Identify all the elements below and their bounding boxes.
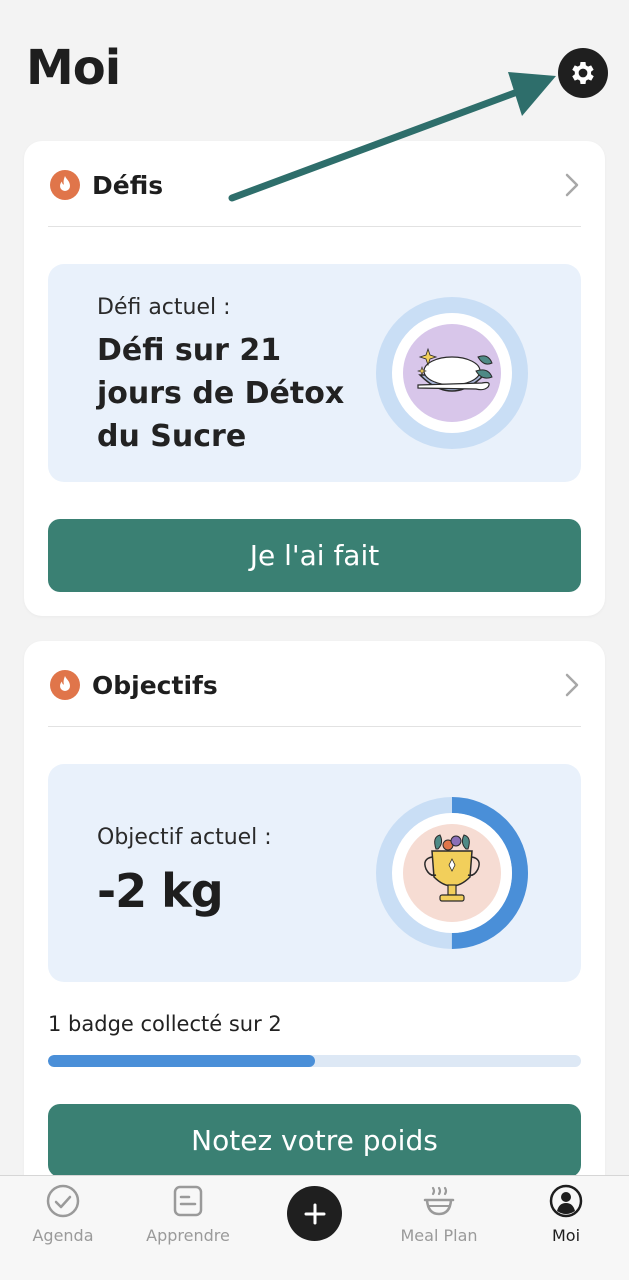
settings-button[interactable]: [558, 48, 608, 98]
divider: [48, 226, 581, 227]
checkmark-circle-icon: [46, 1184, 80, 1218]
badge-progress-fill: [48, 1055, 315, 1067]
divider: [48, 726, 581, 727]
document-icon: [173, 1185, 203, 1217]
current-challenge-name: Défi sur 21 jours de Détox du Sucre: [97, 333, 345, 454]
challenges-card: Défis Défi actuel : Défi sur 21 jours de…: [24, 141, 605, 616]
bottom-tab-bar: Agenda Apprendre Meal Plan Moi: [0, 1175, 629, 1280]
goals-title: Objectifs: [92, 670, 218, 700]
add-button[interactable]: [287, 1186, 342, 1241]
page-title: Moi: [26, 40, 121, 96]
tab-agenda-label: Agenda: [32, 1226, 94, 1245]
tab-apprendre-label: Apprendre: [146, 1226, 230, 1245]
tab-meal-plan[interactable]: Meal Plan: [384, 1184, 494, 1245]
flame-icon: [50, 670, 80, 700]
plus-icon: [304, 1203, 325, 1224]
challenges-header[interactable]: Défis: [50, 167, 579, 203]
log-weight-button[interactable]: Notez votre poids: [48, 1104, 581, 1177]
done-button[interactable]: Je l'ai fait: [48, 519, 581, 592]
chevron-right-icon[interactable]: [565, 173, 579, 197]
current-goal-panel[interactable]: Objectif actuel : -2 kg: [48, 764, 581, 982]
gear-icon: [572, 62, 594, 84]
tab-apprendre[interactable]: Apprendre: [133, 1184, 243, 1245]
goals-card: Objectifs Objectif actuel : -2 kg 1 badg…: [24, 641, 605, 1201]
trophy-illustration: [376, 797, 528, 949]
current-challenge-panel[interactable]: Défi actuel : Défi sur 21 jours de Détox…: [48, 264, 581, 482]
badge-progress-bar: [48, 1055, 581, 1067]
flame-icon: [50, 170, 80, 200]
tab-meal-plan-label: Meal Plan: [400, 1226, 478, 1245]
challenges-title: Défis: [92, 170, 164, 200]
goals-header[interactable]: Objectifs: [50, 667, 579, 703]
tab-agenda[interactable]: Agenda: [8, 1184, 118, 1245]
current-goal-value: -2 kg: [97, 864, 224, 918]
chevron-right-icon[interactable]: [565, 673, 579, 697]
sugar-bowl-illustration: [376, 297, 528, 449]
badge-count-text: 1 badge collecté sur 2: [48, 1012, 282, 1036]
current-challenge-label: Défi actuel :: [97, 295, 231, 320]
current-goal-label: Objectif actuel :: [97, 825, 272, 850]
profile-icon: [549, 1184, 583, 1218]
bowl-icon: [423, 1186, 455, 1216]
tab-moi[interactable]: Moi: [511, 1184, 621, 1245]
tab-moi-label: Moi: [551, 1226, 581, 1245]
